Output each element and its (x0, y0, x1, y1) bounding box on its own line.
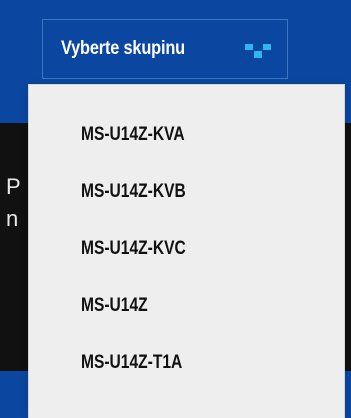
menu-item-label: MS-U14Z-KVA (81, 124, 185, 145)
menu-item-label: MS-U14Z-KVB (81, 181, 186, 202)
chevron-down-icon (245, 44, 271, 58)
group-select-label: Vyberte skupinu (61, 38, 185, 59)
menu-item-label: MS-U14Z-T1A (81, 352, 183, 373)
background-text: n (6, 206, 19, 231)
dropdown-menu: MS-U14Z-KVA MS-U14Z-KVB MS-U14Z-KVC MS-U… (28, 84, 345, 418)
menu-item-ms-u14z-t1a[interactable]: MS-U14Z-T1A (29, 338, 344, 388)
menu-item-ms-u14z-kvc[interactable]: MS-U14Z-KVC (29, 224, 344, 274)
menu-item-ms-u14z-kvb[interactable]: MS-U14Z-KVB (29, 167, 344, 217)
menu-item-label: MS-U14Z-KVC (81, 238, 186, 259)
menu-item-ms-u14z[interactable]: MS-U14Z (29, 281, 344, 331)
group-select-button[interactable]: Vyberte skupinu (42, 19, 288, 79)
background-text: P (6, 174, 21, 199)
menu-item-ms-u14z-kva[interactable]: MS-U14Z-KVA (29, 110, 344, 160)
menu-item-label: MS-U14Z (81, 295, 148, 316)
